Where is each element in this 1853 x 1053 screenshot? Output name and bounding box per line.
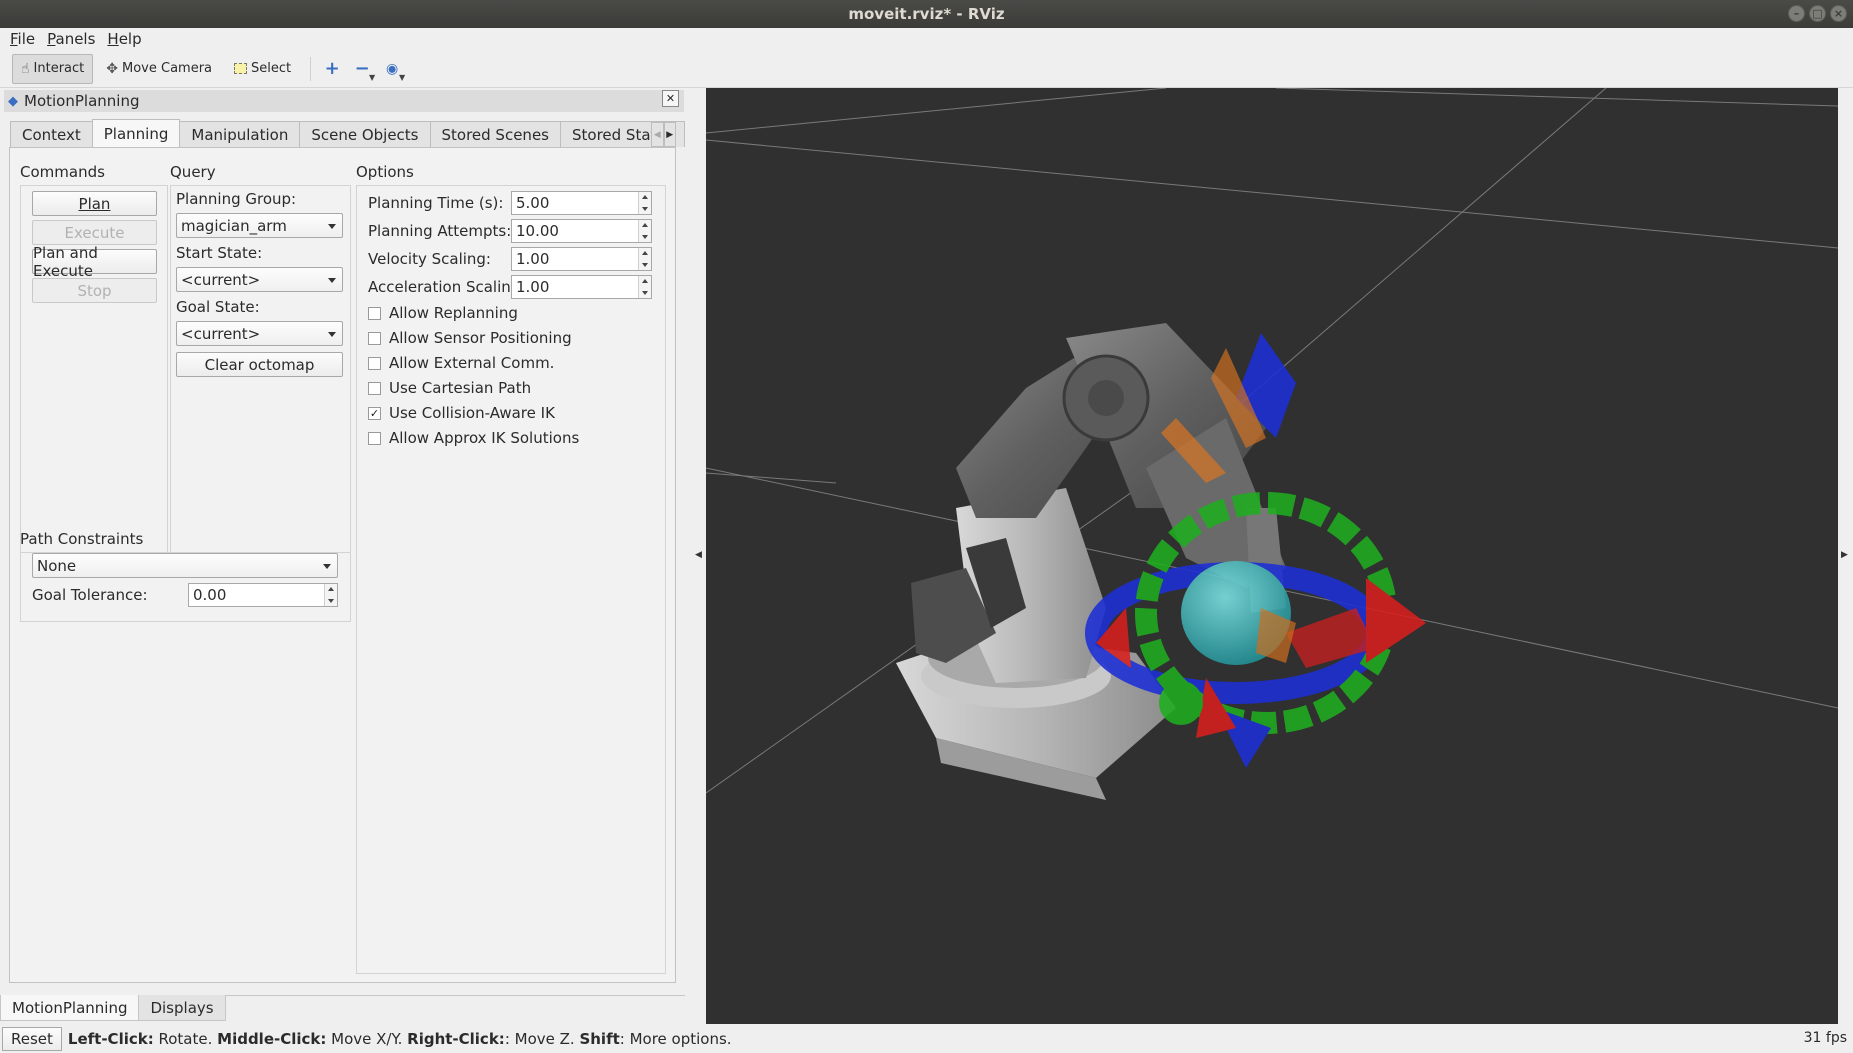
- minimize-button[interactable]: –: [1788, 5, 1805, 22]
- plus-icon[interactable]: +: [317, 54, 347, 84]
- panel-tabs: Context Planning Manipulation Scene Obje…: [10, 119, 686, 147]
- allow-external-comm-checkbox[interactable]: Allow External Comm.: [368, 354, 554, 372]
- planning-group-select[interactable]: magician_arm: [176, 213, 343, 238]
- chevron-down-icon: [328, 224, 336, 229]
- acceleration-scaling-input[interactable]: 1.00: [511, 275, 652, 299]
- spin-arrows-icon[interactable]: [638, 192, 651, 214]
- hand-pointer-icon: ☝: [21, 60, 30, 77]
- tab-scroll-buttons: ◀ ▶: [651, 122, 676, 147]
- menu-bar: File Panels Help: [0, 28, 1853, 50]
- query-label: Query: [170, 163, 216, 181]
- stop-button[interactable]: Stop: [32, 278, 157, 303]
- menu-help[interactable]: Help: [101, 30, 147, 48]
- execute-button[interactable]: Execute: [32, 220, 157, 245]
- goal-state-label: Goal State:: [176, 298, 260, 316]
- spin-arrows-icon[interactable]: [324, 584, 337, 606]
- menu-panels[interactable]: Panels: [41, 30, 101, 48]
- status-bar: Reset Left-Click: Rotate. Middle-Click: …: [0, 1025, 1853, 1053]
- checkbox-box: [368, 306, 381, 320]
- commands-label: Commands: [20, 163, 105, 181]
- planning-attempts-label: Planning Attempts:: [368, 222, 512, 240]
- tab-stored-scenes[interactable]: Stored Scenes: [429, 121, 561, 147]
- path-constraints-label: Path Constraints: [20, 530, 144, 548]
- tools-toolbar: ☝ Interact ✥ Move Camera Select + − ▼ ◉ ▼: [0, 50, 1853, 88]
- panel-close-icon[interactable]: ✕: [662, 90, 679, 107]
- goal-tolerance-input[interactable]: 0.00: [188, 583, 338, 607]
- collapse-right-icon[interactable]: ▶: [1841, 550, 1848, 560]
- start-state-label: Start State:: [176, 244, 263, 262]
- eye-icon[interactable]: ◉ ▼: [377, 54, 407, 84]
- motion-planning-panel: ◆ MotionPlanning ✕ Context Planning Mani…: [0, 88, 686, 992]
- toolbar-separator: [310, 56, 312, 81]
- menu-file[interactable]: File: [4, 30, 41, 48]
- right-dock-splitter[interactable]: ▶: [1838, 88, 1853, 1024]
- velocity-scaling-label: Velocity Scaling:: [368, 250, 491, 268]
- window-controls: – □ ×: [1788, 5, 1847, 22]
- tab-scroll-right-icon[interactable]: ▶: [663, 122, 676, 147]
- start-state-select[interactable]: <current>: [176, 267, 343, 292]
- tab-scene-objects[interactable]: Scene Objects: [299, 121, 431, 147]
- select-box-icon: [234, 63, 248, 74]
- spin-arrows-icon[interactable]: [638, 220, 651, 242]
- interact-tool-button[interactable]: ☝ Interact: [12, 53, 94, 84]
- allow-approx-ik-checkbox[interactable]: Allow Approx IK Solutions: [368, 429, 579, 447]
- fps-counter: 31 fps: [1803, 1030, 1847, 1046]
- chevron-down-icon: [323, 564, 331, 569]
- clear-octomap-button[interactable]: Clear octomap: [176, 352, 343, 377]
- chevron-down-icon: [328, 278, 336, 283]
- tab-planning[interactable]: Planning: [91, 119, 181, 147]
- move-camera-tool-button[interactable]: ✥ Move Camera: [97, 54, 221, 84]
- acceleration-scaling-label: Acceleration Scaling:: [368, 278, 526, 296]
- dock-tabs: MotionPlanning Displays: [0, 995, 226, 1021]
- planning-tab-page: Commands Plan Execute Plan and Execute S…: [9, 147, 676, 983]
- allow-replanning-checkbox[interactable]: Allow Replanning: [368, 304, 518, 322]
- maximize-button[interactable]: □: [1809, 5, 1826, 22]
- panel-pin-icon: ◆: [8, 93, 18, 109]
- checkbox-box: [368, 431, 381, 445]
- reset-button[interactable]: Reset: [2, 1027, 62, 1051]
- checkmark-icon: ✓: [368, 406, 381, 420]
- plan-button[interactable]: Plan: [32, 191, 157, 216]
- dropdown-arrow-icon: ▼: [398, 72, 406, 82]
- use-collision-aware-ik-checkbox[interactable]: ✓ Use Collision-Aware IK: [368, 404, 555, 422]
- minus-icon[interactable]: − ▼: [347, 54, 377, 84]
- window-titlebar: moveit.rviz* - RViz – □ ×: [0, 0, 1853, 28]
- panel-splitter[interactable]: ◀: [692, 88, 706, 1024]
- dock-tab-motionplanning[interactable]: MotionPlanning: [0, 995, 140, 1021]
- select-tool-button[interactable]: Select: [225, 54, 300, 84]
- window-title: moveit.rviz* - RViz: [848, 5, 1005, 23]
- render-viewport[interactable]: [706, 88, 1838, 1024]
- tab-manipulation[interactable]: Manipulation: [179, 121, 301, 147]
- checkbox-box: [368, 356, 381, 370]
- planning-time-label: Planning Time (s):: [368, 194, 504, 212]
- velocity-scaling-input[interactable]: 1.00: [511, 247, 652, 271]
- tab-scroll-left-icon[interactable]: ◀: [651, 122, 664, 147]
- dropdown-arrow-icon: ▼: [368, 72, 376, 82]
- goal-state-select[interactable]: <current>: [176, 321, 343, 346]
- planning-attempts-input[interactable]: 10.00: [511, 219, 652, 243]
- checkbox-box: [368, 331, 381, 345]
- dock-tab-displays[interactable]: Displays: [138, 995, 226, 1021]
- tab-context[interactable]: Context: [10, 121, 93, 147]
- status-help-text: Left-Click: Rotate. Middle-Click: Move X…: [67, 1030, 732, 1048]
- panel-header: ◆ MotionPlanning: [4, 90, 684, 112]
- scene-3d: [706, 88, 1838, 800]
- planning-group-label: Planning Group:: [176, 190, 297, 208]
- planning-time-input[interactable]: 5.00: [511, 191, 652, 215]
- allow-sensor-positioning-checkbox[interactable]: Allow Sensor Positioning: [368, 329, 572, 347]
- panel-title: MotionPlanning: [24, 92, 140, 110]
- plan-and-execute-button[interactable]: Plan and Execute: [32, 244, 157, 280]
- goal-tolerance-label: Goal Tolerance:: [32, 586, 148, 604]
- chevron-down-icon: [328, 332, 336, 337]
- spin-arrows-icon[interactable]: [638, 248, 651, 270]
- move-camera-icon: ✥: [106, 60, 118, 77]
- use-cartesian-path-checkbox[interactable]: Use Cartesian Path: [368, 379, 531, 397]
- spin-arrows-icon[interactable]: [638, 276, 651, 298]
- checkbox-box: [368, 381, 381, 395]
- options-label: Options: [356, 163, 414, 181]
- path-constraints-select[interactable]: None: [32, 553, 338, 578]
- close-window-button[interactable]: ×: [1830, 5, 1847, 22]
- collapse-left-icon[interactable]: ◀: [695, 550, 702, 560]
